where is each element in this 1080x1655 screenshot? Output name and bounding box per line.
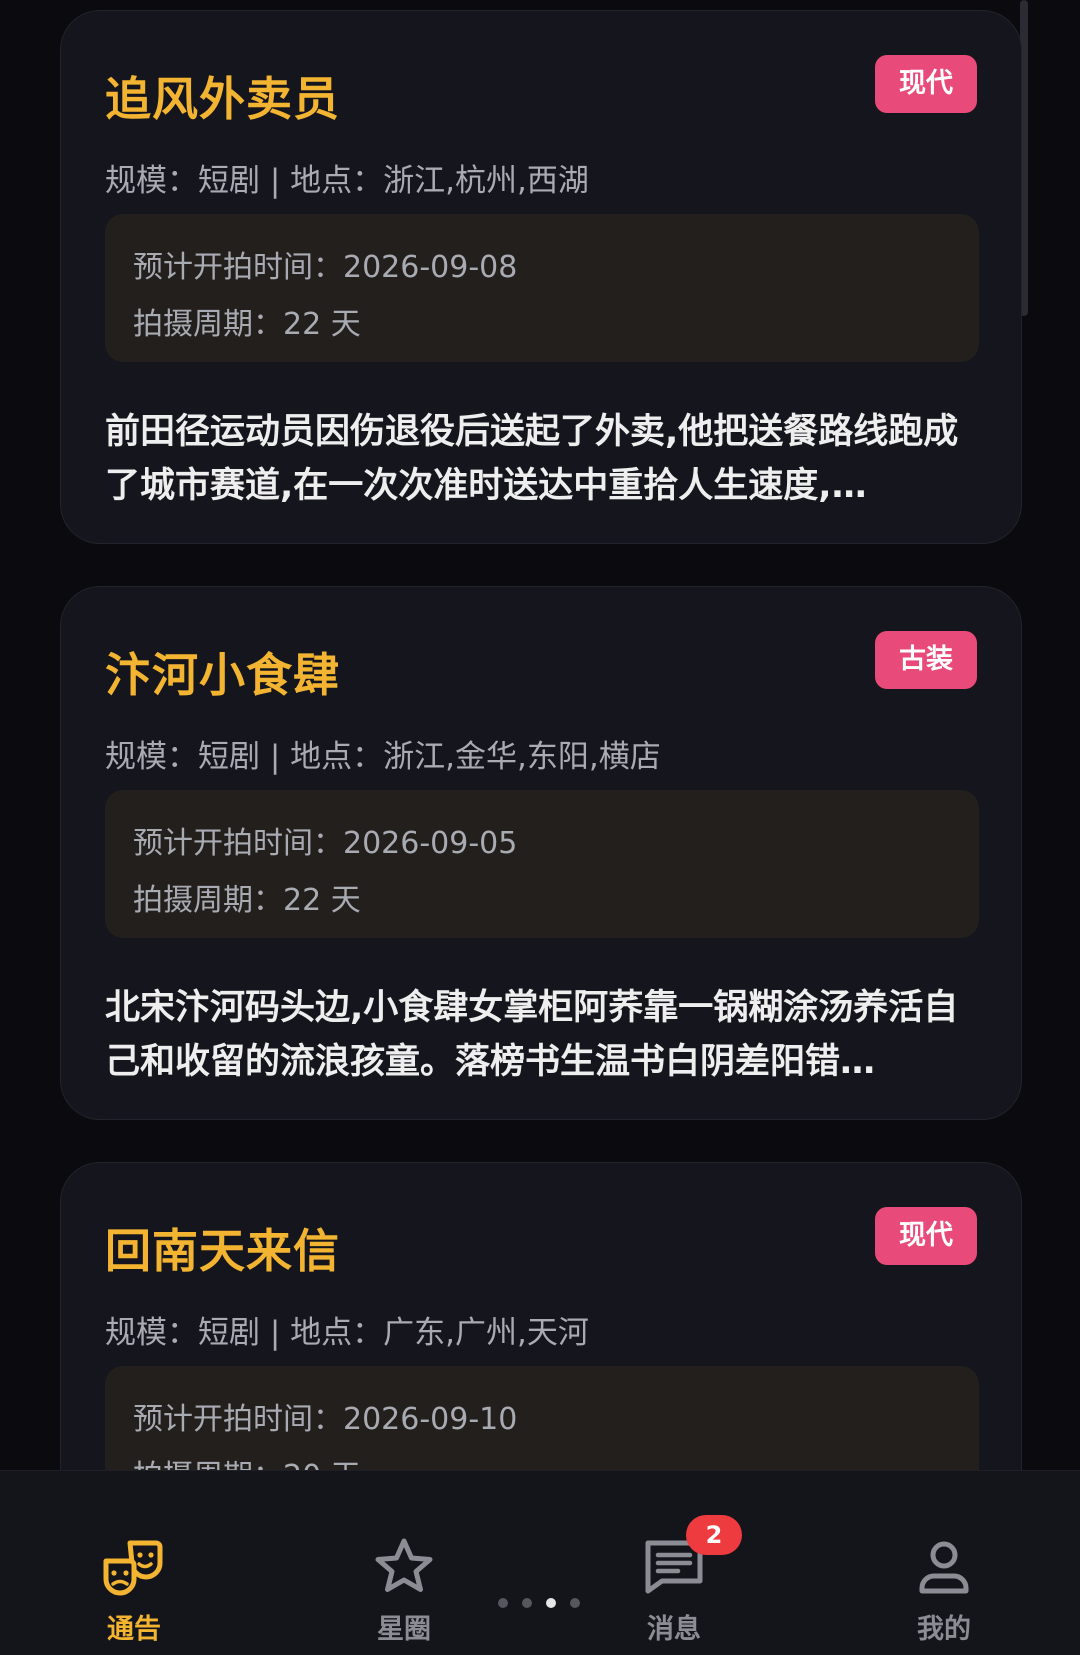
- schedule-box: 预计开拍时间：2026-09-10 拍摄周期：20 天: [105, 1366, 979, 1470]
- page-dot: [498, 1598, 508, 1608]
- tab-announcements[interactable]: 通告: [34, 1471, 234, 1655]
- start-date: 预计开拍时间：2026-09-08: [133, 250, 518, 285]
- unread-badge: 2: [686, 1515, 742, 1555]
- card-meta: 规模：短剧 | 地点：浙江,金华,东阳,横店: [105, 739, 661, 775]
- card-title: 汴河小食肆: [105, 648, 340, 702]
- card-meta: 规模：短剧 | 地点：广东,广州,天河: [105, 1315, 589, 1351]
- card-description: 前田径运动员因伤退役后送起了外卖,他把送餐路线跑成了城市赛道,在一次次准时送达中…: [105, 412, 959, 506]
- announcement-card[interactable]: 汴河小食肆 古装 规模：短剧 | 地点：浙江,金华,东阳,横店 预计开拍时间：2…: [60, 586, 1022, 1120]
- theater-masks-icon: [103, 1540, 163, 1596]
- genre-tag: 古装: [875, 631, 977, 689]
- tab-label: 星圈: [377, 1614, 431, 1645]
- tab-profile[interactable]: 我的: [844, 1471, 1044, 1655]
- genre-tag: 现代: [875, 1207, 977, 1265]
- shoot-period: 拍摄周期：22 天: [133, 883, 361, 918]
- tab-label: 消息: [647, 1614, 701, 1645]
- page-dot: [570, 1598, 580, 1608]
- announcement-list[interactable]: 追风外卖员 现代 规模：短剧 | 地点：浙江,杭州,西湖 预计开拍时间：2026…: [0, 0, 1080, 1470]
- start-date: 预计开拍时间：2026-09-05: [133, 826, 518, 861]
- schedule-box: 预计开拍时间：2026-09-08 拍摄周期：22 天: [105, 214, 979, 362]
- announcement-card[interactable]: 回南天来信 现代 规模：短剧 | 地点：广东,广州,天河 预计开拍时间：2026…: [60, 1162, 1022, 1470]
- page-indicator: [498, 1596, 588, 1610]
- tab-label: 通告: [107, 1614, 161, 1645]
- shoot-period: 拍摄周期：22 天: [133, 307, 361, 342]
- tab-star-circle[interactable]: 星圈: [304, 1471, 504, 1655]
- tab-messages[interactable]: 2 消息: [574, 1471, 774, 1655]
- card-meta: 规模：短剧 | 地点：浙江,杭州,西湖: [105, 163, 589, 199]
- bottom-tab-bar: 通告 星圈 2 消息 我的: [0, 1470, 1080, 1655]
- page-dot-active: [546, 1598, 556, 1608]
- person-icon: [919, 1541, 969, 1594]
- shoot-period: 拍摄周期：20 天: [133, 1451, 361, 1470]
- card-title: 追风外卖员: [105, 72, 340, 126]
- schedule-box: 预计开拍时间：2026-09-05 拍摄周期：22 天: [105, 790, 979, 938]
- card-title: 回南天来信: [105, 1224, 340, 1278]
- star-icon: [375, 1538, 433, 1592]
- page-dot: [522, 1598, 532, 1608]
- card-description: 北宋汴河码头边,小食肆女掌柜阿荞靠一锅糊涂汤养活自己和收留的流浪孩童。落榜书生温…: [105, 988, 959, 1082]
- start-date: 预计开拍时间：2026-09-10: [133, 1402, 518, 1437]
- tab-label: 我的: [917, 1614, 971, 1645]
- announcement-card[interactable]: 追风外卖员 现代 规模：短剧 | 地点：浙江,杭州,西湖 预计开拍时间：2026…: [60, 10, 1022, 544]
- genre-tag: 现代: [875, 55, 977, 113]
